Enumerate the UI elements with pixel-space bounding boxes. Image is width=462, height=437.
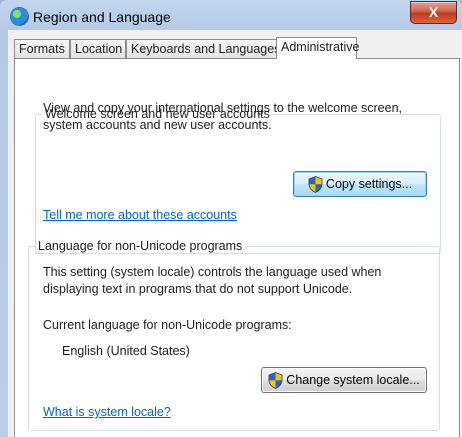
uac-shield-icon <box>268 371 283 389</box>
dialog-client-area: Formats Location Keyboards and Languages… <box>8 30 462 437</box>
region-language-window: Region and Language X Formats Location K… <box>0 0 462 437</box>
tab-keyboards-and-languages[interactable]: Keyboards and Languages <box>126 39 280 58</box>
what-is-system-locale-link[interactable]: What is system locale? <box>43 405 171 419</box>
non-unicode-group-legend: Language for non-Unicode programs <box>38 239 243 253</box>
current-language-label: Current language for non-Unicode program… <box>43 318 292 332</box>
window-title: Region and Language <box>33 9 171 25</box>
non-unicode-description-line2: displaying text in programs that do not … <box>43 282 353 296</box>
change-system-locale-button[interactable]: Change system locale... <box>261 367 427 393</box>
non-unicode-description-line1: This setting (system locale) controls th… <box>43 265 382 279</box>
change-system-locale-label: Change system locale... <box>286 373 420 387</box>
tab-strip: Formats Location Keyboards and Languages… <box>8 30 462 59</box>
tab-location[interactable]: Location <box>70 39 126 58</box>
uac-shield-icon <box>308 175 323 193</box>
welcome-description-line1: View and copy your international setting… <box>43 101 402 115</box>
copy-settings-label: Copy settings... <box>325 177 413 191</box>
copy-settings-button[interactable]: Copy settings... <box>293 171 427 197</box>
welcome-description-line2: system accounts and new user accounts. <box>43 118 272 132</box>
tab-administrative[interactable]: Administrative <box>276 37 360 59</box>
tell-me-more-link[interactable]: Tell me more about these accounts <box>43 208 237 222</box>
title-bar[interactable]: Region and Language X <box>0 0 462 34</box>
close-button[interactable]: X <box>410 1 457 24</box>
globe-icon <box>11 8 28 25</box>
tab-formats[interactable]: Formats <box>14 39 70 58</box>
current-language-value: English (United States) <box>62 344 190 358</box>
